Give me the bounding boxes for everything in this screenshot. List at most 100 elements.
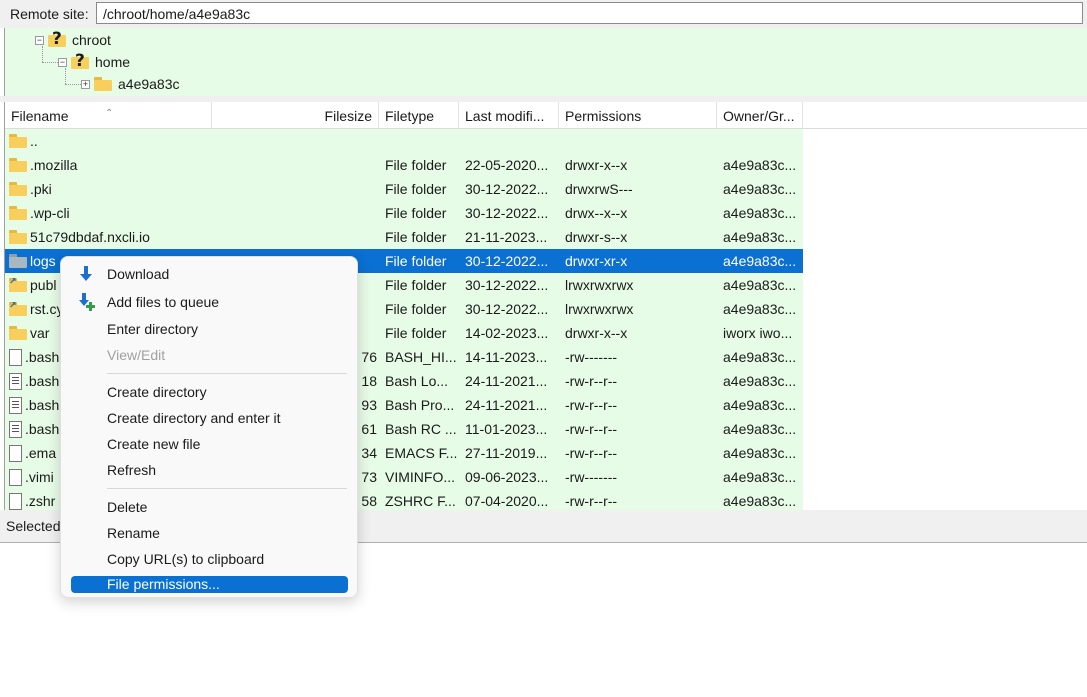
file-name: publ bbox=[30, 277, 57, 293]
file-name: 51c79dbdaf.nxcli.io bbox=[30, 229, 150, 245]
file-owner: a4e9a83c... bbox=[723, 157, 797, 173]
file-modified: 24-11-2021... bbox=[465, 373, 548, 389]
file-owner: a4e9a83c... bbox=[723, 445, 797, 461]
file-type: VIMINFO... bbox=[385, 469, 455, 485]
file-name: var bbox=[30, 325, 50, 341]
tree-node-a4e9a83c[interactable]: + a4e9a83c bbox=[81, 74, 180, 94]
menu-separator bbox=[107, 373, 347, 374]
file-owner: a4e9a83c... bbox=[723, 253, 797, 269]
folder-icon bbox=[9, 206, 27, 220]
file-size bbox=[214, 177, 377, 201]
file-name: .mozilla bbox=[30, 157, 78, 173]
file-owner: a4e9a83c... bbox=[723, 397, 797, 413]
file-permissions: drwxrwS--- bbox=[565, 181, 633, 197]
menu-item-refresh[interactable]: Refresh bbox=[71, 459, 348, 481]
column-permissions[interactable]: Permissions bbox=[559, 102, 717, 128]
file-permissions: -rw-r--r-- bbox=[565, 445, 618, 461]
folder-link-icon: ↗ bbox=[9, 276, 27, 292]
file-name: .wp-cli bbox=[30, 205, 70, 221]
column-filesize[interactable]: Filesize bbox=[212, 102, 379, 128]
folder-link-icon: ↗ bbox=[9, 300, 27, 316]
menu-item-create-new-file[interactable]: Create new file bbox=[71, 433, 348, 455]
file-type: File folder bbox=[385, 325, 447, 341]
file-permissions: -rw-r--r-- bbox=[565, 421, 618, 437]
tree-node-home[interactable]: − ? home bbox=[58, 51, 130, 72]
folder-icon bbox=[9, 326, 27, 340]
column-filetype[interactable]: Filetype bbox=[379, 102, 459, 128]
file-type: File folder bbox=[385, 301, 447, 317]
menu-item-create-directory[interactable]: Create directory bbox=[71, 381, 348, 403]
file-name: .pki bbox=[30, 181, 52, 197]
menu-item-copy-url[interactable]: Copy URL(s) to clipboard bbox=[71, 548, 348, 570]
folder-icon bbox=[9, 254, 27, 268]
column-last-modified[interactable]: Last modifi... bbox=[459, 102, 559, 128]
sort-ascending-icon: ⌃ bbox=[105, 108, 114, 119]
folder-icon bbox=[9, 182, 27, 196]
file-owner: a4e9a83c... bbox=[723, 493, 797, 509]
menu-item-rename[interactable]: Rename bbox=[71, 522, 348, 544]
file-row[interactable]: .. bbox=[5, 129, 803, 153]
collapse-icon[interactable]: − bbox=[58, 57, 67, 67]
file-row[interactable]: .pki File folder 30-12-2022... drwxrwS--- a4… bbox=[5, 177, 803, 201]
file-modified: 14-11-2023... bbox=[465, 349, 548, 365]
menu-item-delete[interactable]: Delete bbox=[71, 496, 348, 518]
file-owner bbox=[723, 129, 801, 153]
file-name: rst.cy bbox=[30, 301, 64, 317]
expand-icon[interactable]: + bbox=[81, 79, 90, 89]
file-type: EMACS F... bbox=[385, 445, 458, 461]
file-modified: 14-02-2023... bbox=[465, 325, 549, 341]
script-file-icon bbox=[9, 420, 22, 438]
menu-item-enter-directory[interactable]: Enter directory bbox=[71, 318, 348, 340]
folder-icon bbox=[9, 134, 27, 148]
file-size bbox=[214, 153, 377, 177]
file-permissions: -rw------- bbox=[565, 469, 618, 485]
column-owner-group[interactable]: Owner/Gr... bbox=[717, 102, 803, 128]
menu-item-add-to-queue[interactable]: Add files to queue bbox=[71, 291, 348, 313]
file-modified: 30-12-2022... bbox=[465, 253, 549, 269]
folder-icon bbox=[9, 158, 27, 172]
file-owner: iworx iwo... bbox=[723, 325, 793, 341]
remote-path-input[interactable]: /chroot/home/a4e9a83c bbox=[96, 2, 1083, 24]
tree-node-chroot[interactable]: − ? chroot bbox=[35, 29, 111, 50]
file-modified: 21-11-2023... bbox=[465, 229, 548, 245]
folder-icon bbox=[9, 230, 27, 244]
file-type: ZSHRC F... bbox=[385, 493, 456, 509]
script-file-icon bbox=[9, 372, 22, 390]
file-owner: a4e9a83c... bbox=[723, 301, 797, 317]
file-name-cell: .wp-cli bbox=[9, 201, 214, 225]
file-row[interactable]: 51c79dbdaf.nxcli.io File folder 21-11-2023… bbox=[5, 225, 803, 249]
tree-node-label: chroot bbox=[72, 32, 111, 48]
file-name-cell: 51c79dbdaf.nxcli.io bbox=[9, 225, 214, 249]
file-owner: a4e9a83c... bbox=[723, 205, 797, 221]
file-icon bbox=[9, 348, 22, 366]
file-name-cell: .. bbox=[9, 129, 214, 153]
file-type: File folder bbox=[385, 157, 447, 173]
status-text: Selected bbox=[6, 518, 61, 534]
file-permissions: drwx--x--x bbox=[565, 205, 628, 221]
file-permissions: -rw-r--r-- bbox=[565, 493, 618, 509]
column-filename[interactable]: ⌃ Filename bbox=[5, 102, 212, 128]
file-row[interactable]: .mozilla File folder 22-05-2020... drwxr-x-… bbox=[5, 153, 803, 177]
file-permissions: -rw------- bbox=[565, 349, 618, 365]
menu-item-file-permissions[interactable]: File permissions... bbox=[71, 576, 348, 593]
file-name: .vimi bbox=[25, 469, 54, 485]
menu-item-create-directory-enter[interactable]: Create directory and enter it bbox=[71, 407, 348, 429]
collapse-icon[interactable]: − bbox=[35, 35, 44, 45]
file-type: Bash Lo... bbox=[385, 373, 449, 389]
file-modified: 30-12-2022... bbox=[465, 205, 549, 221]
file-modified: 22-05-2020... bbox=[465, 157, 549, 173]
add-to-queue-icon bbox=[79, 293, 95, 311]
remote-directory-tree: − ? chroot − ? home + a4e9a83c bbox=[4, 28, 1087, 96]
file-type: Bash Pro... bbox=[385, 397, 455, 413]
file-row[interactable]: .wp-cli File folder 30-12-2022... drwx--x--… bbox=[5, 201, 803, 225]
file-permissions: lrwxrwxrwx bbox=[565, 277, 634, 293]
file-name-cell: .mozilla bbox=[9, 153, 214, 177]
download-arrow-icon bbox=[80, 266, 92, 281]
script-file-icon bbox=[9, 396, 22, 414]
file-type: File folder bbox=[385, 205, 447, 221]
file-name: .zshr bbox=[25, 493, 56, 509]
file-modified: 27-11-2019... bbox=[465, 445, 548, 461]
file-permissions: drwxr-x--x bbox=[565, 157, 628, 173]
file-permissions: -rw-r--r-- bbox=[565, 397, 618, 413]
menu-item-download[interactable]: Download bbox=[71, 263, 348, 285]
